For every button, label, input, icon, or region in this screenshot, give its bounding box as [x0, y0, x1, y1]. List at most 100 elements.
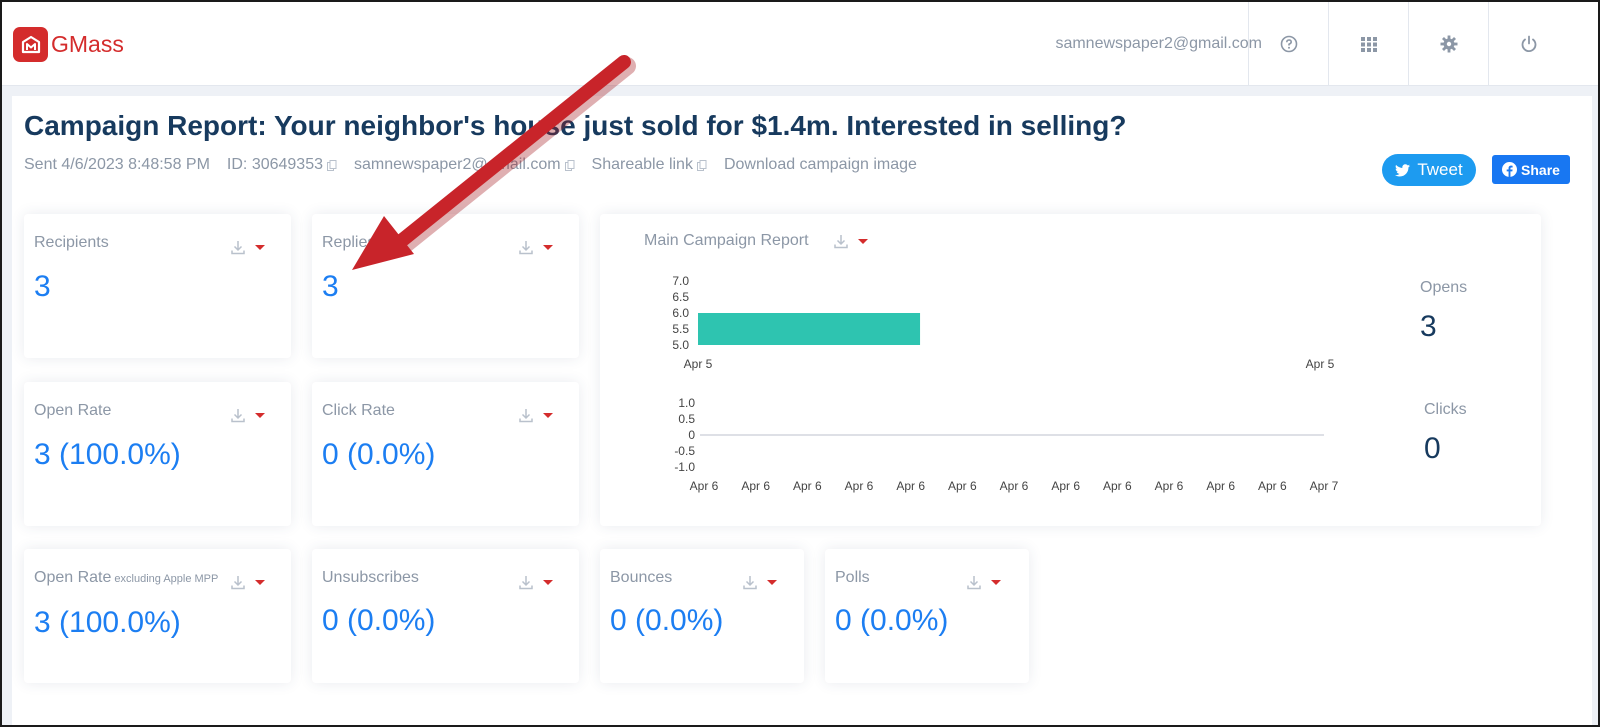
shareable-link-text: Shareable link	[591, 156, 693, 173]
card-sublabel: excluding Apple MPP	[114, 573, 219, 585]
help-icon	[1280, 35, 1297, 53]
x-tick-label: Apr 6	[1051, 479, 1080, 493]
card-label: Open Rate excluding Apple MPP	[34, 569, 218, 587]
y-tick-label: 6.0	[672, 306, 689, 320]
main-campaign-report-card: Main Campaign Report 7.0 6.5 6.0 5.5 5.0 Apr …	[600, 214, 1541, 526]
y-tick-label: 5.5	[672, 322, 689, 336]
card-label: Recipients	[34, 234, 109, 251]
y-tick-label: 1.0	[678, 396, 695, 410]
campaign-charts: 7.0 6.5 6.0 5.5 5.0 Apr 5 Apr 5 1.0 0.5 0 -0.5 -1.0…	[672, 274, 1339, 493]
download-campaign-image-text: Download campaign image	[723, 156, 917, 173]
x-tick-label: Apr 6	[741, 479, 770, 493]
dropdown-caret-icon[interactable]	[767, 580, 777, 585]
open-rate-mpp-value: 3 (100.0%)	[34, 606, 181, 639]
y-tick-label: 7.0	[672, 274, 689, 288]
y-tick-label: -0.5	[674, 444, 695, 458]
x-tick-label: Apr 5	[684, 357, 713, 371]
clicks-label: Clicks	[1424, 401, 1467, 418]
download-icon[interactable]	[519, 408, 533, 423]
y-tick-label: -1.0	[674, 460, 695, 474]
campaign-id-text: ID: 30649353	[226, 156, 323, 173]
share-label: Share	[1521, 161, 1560, 178]
bar	[698, 313, 921, 345]
app-name: GMass	[51, 31, 124, 57]
download-icon[interactable]	[231, 408, 245, 423]
y-tick-label: 5.0	[672, 338, 689, 352]
gear-icon	[1440, 35, 1457, 53]
sender-email-text: samnewspaper2@gmail.com	[354, 156, 561, 173]
copy-icon[interactable]	[327, 159, 337, 171]
polls-value: 0 (0.0%)	[835, 604, 949, 637]
x-tick-label: Apr 6	[793, 479, 822, 493]
download-icon[interactable]	[519, 240, 533, 255]
opens-label: Opens	[1420, 279, 1468, 296]
dropdown-caret-icon[interactable]	[991, 580, 1001, 585]
dropdown-caret-icon[interactable]	[543, 245, 553, 250]
open-rate-card: Open Rate 3 (100.0%)	[24, 382, 291, 526]
x-tick-label: Apr 6	[1155, 479, 1184, 493]
x-tick-label: Apr 6	[948, 479, 977, 493]
sent-date-text: Sent 4/6/2023 8:48:58 PM	[24, 156, 210, 173]
download-icon[interactable]	[743, 575, 757, 590]
click-rate-card: Click Rate 0 (0.0%)	[312, 382, 579, 526]
user-email[interactable]: samnewspaper2@gmail.com	[1055, 35, 1262, 53]
y-tick-label: 0	[688, 428, 695, 442]
x-tick-label: Apr 6	[1000, 479, 1029, 493]
download-campaign-image-link[interactable]: Download campaign image	[724, 156, 917, 174]
dropdown-caret-icon[interactable]	[255, 245, 265, 250]
replies-value: 3	[322, 270, 339, 303]
dropdown-caret-icon[interactable]	[255, 580, 265, 585]
card-label: Replies	[322, 234, 376, 251]
facebook-share-button[interactable]: Share	[1492, 155, 1570, 184]
page-title: Campaign Report: Your neighbor's house j…	[24, 110, 1127, 141]
campaign-report-panel: Campaign Report: Your neighbor's house j…	[12, 96, 1592, 725]
x-tick-label: Apr 5	[1306, 357, 1335, 371]
dropdown-caret-icon[interactable]	[255, 413, 265, 418]
unsubscribes-value: 0 (0.0%)	[322, 604, 436, 637]
card-label: Bounces	[610, 569, 673, 586]
card-label-text: Open Rate	[34, 569, 112, 586]
apps-button[interactable]	[1328, 2, 1408, 86]
app-logo[interactable]: GMass	[13, 27, 124, 62]
campaign-id: ID: 30649353	[227, 156, 337, 174]
help-button[interactable]	[1248, 2, 1328, 86]
card-label: Unsubscribes	[322, 569, 419, 586]
x-tick-label: Apr 7	[1310, 479, 1339, 493]
card-actions	[967, 575, 1001, 590]
shareable-link[interactable]: Shareable link	[592, 156, 707, 174]
download-icon[interactable]	[519, 575, 533, 590]
settings-button[interactable]	[1408, 2, 1488, 86]
download-icon[interactable]	[231, 240, 245, 255]
facebook-icon	[1502, 162, 1518, 177]
tweet-button[interactable]: Tweet	[1382, 154, 1476, 186]
copy-icon[interactable]	[696, 159, 707, 171]
sender-email: samnewspaper2@gmail.com	[354, 156, 575, 174]
power-icon	[1521, 35, 1536, 53]
gmass-logo-icon	[13, 27, 48, 62]
top-bar: GMass samnewspaper2@gmail.com	[2, 2, 1598, 86]
opens-value: 3	[1420, 310, 1437, 343]
open-rate-value: 3 (100.0%)	[34, 438, 181, 471]
card-actions	[519, 408, 553, 423]
x-tick-label: Apr 6	[1103, 479, 1132, 493]
dropdown-caret-icon[interactable]	[543, 580, 553, 585]
download-icon[interactable]	[231, 575, 245, 590]
copy-icon[interactable]	[564, 159, 575, 171]
app-window: GMass samnewspaper2@gmail.com Campaign R…	[0, 0, 1600, 727]
apps-grid-icon	[1360, 37, 1377, 52]
open-rate-excluding-mpp-card: Open Rate excluding Apple MPP 3 (100.0%)	[24, 549, 291, 683]
report-meta: Sent 4/6/2023 8:48:58 PM ID: 30649353 sa…	[24, 156, 934, 174]
bounces-value: 0 (0.0%)	[610, 604, 724, 637]
download-icon[interactable]	[967, 575, 981, 590]
sent-date: Sent 4/6/2023 8:48:58 PM	[24, 156, 210, 174]
recipients-card: Recipients 3	[24, 214, 291, 358]
dropdown-caret-icon[interactable]	[543, 413, 553, 418]
recipients-value: 3	[34, 270, 51, 303]
bounces-card: Bounces 0 (0.0%)	[600, 549, 804, 683]
card-actions	[231, 408, 265, 423]
x-tick-label: Apr 6	[896, 479, 925, 493]
unsubscribes-card: Unsubscribes 0 (0.0%)	[312, 549, 579, 683]
card-label: Click Rate	[322, 402, 395, 419]
y-tick-label: 0.5	[678, 412, 695, 426]
logout-button[interactable]	[1488, 2, 1568, 86]
